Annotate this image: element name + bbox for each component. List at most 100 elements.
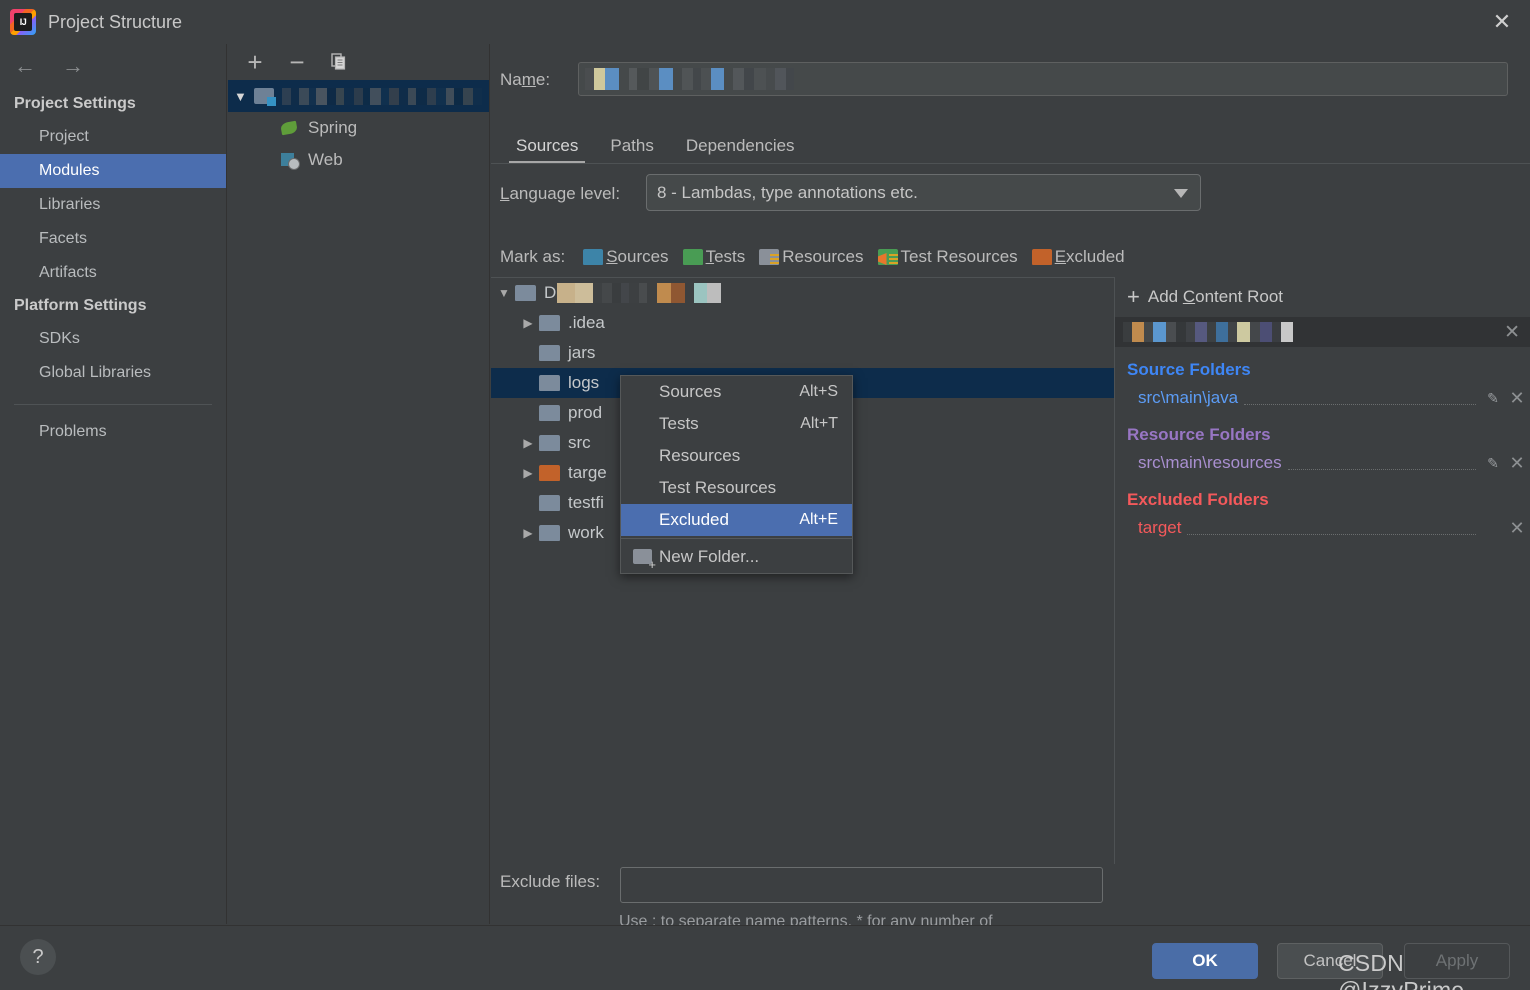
- mark-as-sources-button[interactable]: Sources: [583, 247, 669, 267]
- mark-as-resources-button[interactable]: Resources: [759, 247, 864, 267]
- context-menu-label: Tests: [659, 414, 699, 433]
- context-menu-label: Resources: [659, 446, 741, 465]
- sidebar-item-facets[interactable]: Facets: [0, 222, 226, 256]
- context-menu-label: Excluded: [659, 510, 729, 529]
- context-menu-item-sources[interactable]: Sources Alt+S: [621, 376, 852, 408]
- tree-row-root[interactable]: ▼ D: [491, 278, 1114, 308]
- remove-resource-folder-icon[interactable]: ✕: [1504, 453, 1530, 474]
- plus-icon: +: [1127, 284, 1140, 309]
- tree-row-label: .idea: [568, 313, 605, 332]
- mark-as-tests-label: Tests: [705, 247, 746, 266]
- mark-as-test-resources-label: Test Resources: [900, 247, 1018, 266]
- tree-row-label: src: [568, 433, 591, 452]
- excluded-folder-row[interactable]: target ✕: [1115, 514, 1530, 542]
- mark-as-resources-label: Resources: [782, 247, 864, 266]
- language-level-row: Language level:: [500, 176, 620, 212]
- expand-triangle-icon[interactable]: ▼: [493, 286, 515, 300]
- tree-row-jars[interactable]: jars: [491, 338, 1114, 368]
- exclude-files-input[interactable]: [620, 867, 1103, 903]
- mark-as-label: Mark as:: [500, 247, 566, 266]
- test-resources-folder-icon: [877, 249, 898, 265]
- path-dots: [1244, 392, 1476, 405]
- folder-icon: [539, 405, 560, 421]
- sidebar-item-sdks[interactable]: SDKs: [0, 322, 226, 356]
- expand-triangle-icon[interactable]: ▶: [517, 466, 539, 480]
- apply-button: Apply: [1404, 943, 1510, 979]
- context-menu-item-new-folder[interactable]: New Folder...: [621, 541, 852, 573]
- module-list-panel: + − ▼ Spring Web: [228, 44, 490, 924]
- tree-row-idea[interactable]: ▶ .idea: [491, 308, 1114, 338]
- help-button[interactable]: ?: [20, 939, 56, 975]
- new-folder-icon: [633, 549, 656, 571]
- source-folder-path: src\main\java: [1138, 388, 1239, 407]
- sources-folder-icon: [583, 249, 604, 265]
- forward-icon[interactable]: →: [58, 53, 88, 79]
- sidebar-item-libraries[interactable]: Libraries: [0, 188, 226, 222]
- chevron-down-icon[interactable]: [1174, 189, 1188, 198]
- dialog-footer: ? OK Cancel Apply: [0, 925, 1530, 990]
- expand-triangle-icon[interactable]: ▶: [517, 436, 539, 450]
- mark-as-test-resources-button[interactable]: Test Resources: [877, 247, 1018, 267]
- ok-button[interactable]: OK: [1152, 943, 1258, 979]
- sidebar-group-project-settings: Project Settings: [14, 95, 136, 112]
- edit-source-folder-icon[interactable]: ✎: [1482, 390, 1504, 407]
- sidebar-item-project[interactable]: Project: [0, 120, 226, 154]
- expand-triangle-icon[interactable]: ▼: [234, 89, 254, 104]
- excluded-folder-icon: [1031, 249, 1052, 265]
- tab-paths[interactable]: Paths: [594, 136, 669, 164]
- remove-module-icon[interactable]: −: [284, 49, 310, 75]
- expand-triangle-icon[interactable]: ▶: [517, 316, 539, 330]
- content-root-path-redacted: [1123, 322, 1293, 342]
- content-root-row[interactable]: ✕: [1115, 317, 1530, 347]
- sidebar-nav-arrows: ← →: [0, 44, 226, 88]
- language-level-select[interactable]: 8 - Lambdas, type annotations etc.: [646, 174, 1201, 211]
- module-tree-row-web[interactable]: Web: [228, 144, 489, 176]
- module-tree-row-root[interactable]: ▼: [228, 80, 489, 112]
- back-icon[interactable]: ←: [10, 53, 40, 79]
- folder-icon: [539, 435, 560, 451]
- settings-sidebar: ← → Project Settings Project Modules Lib…: [0, 44, 227, 924]
- close-icon[interactable]: ✕: [1474, 0, 1530, 44]
- resources-folder-icon: [759, 249, 780, 265]
- folder-icon: [539, 525, 560, 541]
- add-content-root-label: Add Content Root: [1147, 287, 1284, 306]
- edit-resource-folder-icon[interactable]: ✎: [1482, 455, 1504, 472]
- context-menu-label: New Folder...: [659, 547, 760, 566]
- mark-as-excluded-button[interactable]: Excluded: [1031, 247, 1125, 267]
- module-tree-row-spring[interactable]: Spring: [228, 112, 489, 144]
- folder-icon: [539, 495, 560, 511]
- context-menu-item-resources[interactable]: Resources: [621, 440, 852, 472]
- context-menu-item-excluded[interactable]: Excluded Alt+E: [621, 504, 852, 536]
- sidebar-item-global-libraries[interactable]: Global Libraries: [0, 356, 226, 390]
- context-menu-label: Sources: [659, 382, 722, 401]
- name-value-redacted: [585, 68, 801, 90]
- copy-module-icon[interactable]: [326, 49, 352, 75]
- resource-folder-path: src\main\resources: [1138, 453, 1282, 472]
- spring-leaf-icon: [280, 120, 300, 136]
- add-module-icon[interactable]: +: [242, 49, 268, 75]
- name-input[interactable]: [578, 62, 1508, 96]
- exclude-files-label: Exclude files:: [500, 872, 601, 891]
- remove-content-root-icon[interactable]: ✕: [1504, 321, 1520, 344]
- cancel-button[interactable]: Cancel: [1277, 943, 1383, 979]
- remove-excluded-folder-icon[interactable]: ✕: [1504, 518, 1530, 539]
- mark-as-tests-button[interactable]: Tests: [682, 247, 746, 267]
- expand-triangle-icon[interactable]: ▶: [517, 526, 539, 540]
- excluded-folder-icon: [539, 465, 560, 481]
- intellij-logo-icon: IJ: [10, 9, 36, 35]
- add-content-root-button[interactable]: + Add Content Root: [1115, 277, 1530, 317]
- module-tree-label: Spring: [308, 118, 358, 137]
- sidebar-item-artifacts[interactable]: Artifacts: [0, 256, 226, 290]
- mark-as-excluded-label: Excluded: [1054, 247, 1125, 266]
- resource-folder-row[interactable]: src\main\resources ✎ ✕: [1115, 449, 1530, 477]
- tab-sources[interactable]: Sources: [500, 136, 594, 164]
- folder-icon: [539, 375, 560, 391]
- remove-source-folder-icon[interactable]: ✕: [1504, 388, 1530, 409]
- context-menu-item-tests[interactable]: Tests Alt+T: [621, 408, 852, 440]
- context-menu-item-test-resources[interactable]: Test Resources: [621, 472, 852, 504]
- tab-dependencies[interactable]: Dependencies: [670, 136, 811, 164]
- source-folder-row[interactable]: src\main\java ✎ ✕: [1115, 384, 1530, 412]
- tree-row-label: testfi: [568, 493, 604, 512]
- sidebar-item-problems[interactable]: Problems: [0, 415, 226, 449]
- sidebar-item-modules[interactable]: Modules: [0, 154, 226, 188]
